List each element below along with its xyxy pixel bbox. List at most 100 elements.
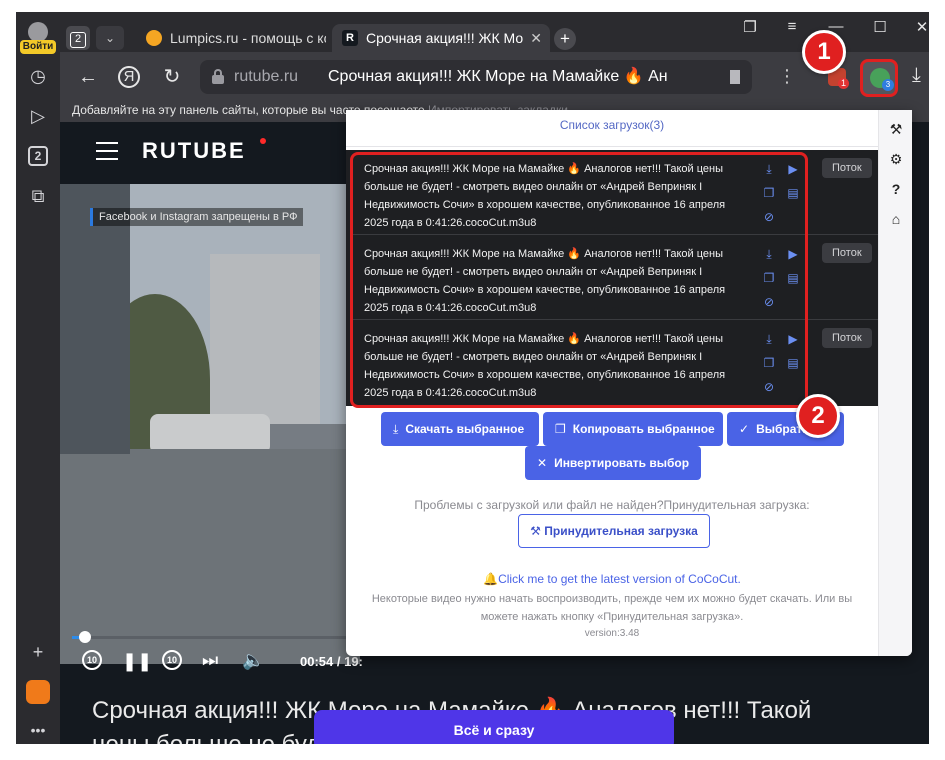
kebab-menu-icon[interactable]: ⋮	[778, 66, 796, 87]
force-download-label: Принудительная загрузка	[544, 524, 698, 538]
menu-icon[interactable]: ≡	[782, 18, 802, 35]
help-icon[interactable]: ?	[887, 180, 905, 198]
download-icon[interactable]: ⤓	[762, 332, 776, 346]
list-item[interactable]: Срочная акция!!! ЖК Море на Мамайке 🔥 Ан…	[352, 320, 878, 405]
hammer-icon: ⚒	[530, 524, 545, 538]
rutube-logo[interactable]: RUTUBE	[142, 138, 246, 164]
download-filename: Срочная акция!!! ЖК Море на Мамайке 🔥 Ан…	[364, 333, 726, 399]
mail-icon[interactable]	[26, 680, 50, 704]
tab-label: Срочная акция!!! ЖК Мо	[366, 30, 524, 46]
tab-count-value: 2	[70, 32, 86, 48]
gear-icon[interactable]: ⚙	[887, 150, 905, 168]
yandex-icon[interactable]: Я	[118, 66, 140, 88]
cococut-extension-button[interactable]: 3	[860, 59, 898, 97]
chevron-down-icon[interactable]: ⌄	[96, 26, 124, 50]
step-1-badge: 1	[802, 30, 846, 74]
rutube-favicon-icon: R	[342, 30, 358, 47]
version-text: version:3.48	[584, 628, 640, 639]
download-filename: Срочная акция!!! ЖК Море на Мамайке 🔥 Ан…	[364, 163, 726, 229]
download-selected-label: Скачать выбранное	[405, 422, 525, 436]
check-icon: ✓	[739, 422, 750, 436]
promo-button[interactable]: Всё и сразу	[314, 710, 674, 744]
invert-selection-button[interactable]: ✕ Инвертировать выбор	[525, 446, 701, 480]
url-page-title: Срочная акция!!! ЖК Море на Мамайке 🔥 Ан	[328, 68, 668, 85]
tab-count-button[interactable]: 2	[66, 26, 90, 50]
add-icon[interactable]: +	[26, 640, 50, 664]
home-icon[interactable]: ⌂	[887, 210, 905, 228]
close-window-icon[interactable]: ✕	[912, 18, 929, 36]
block-icon[interactable]: ⊘	[762, 295, 776, 309]
cococut-popup: Список загрузок(3) ⚒ ⚙ ? ⌂ Срочная акция…	[346, 110, 912, 656]
reload-icon[interactable]: ↻	[160, 65, 184, 89]
progress-handle[interactable]	[79, 631, 91, 643]
invert-selection-label: Инвертировать выбор	[554, 456, 690, 470]
forward-10-icon[interactable]: 10	[162, 650, 182, 670]
close-tab-icon[interactable]: ✕	[530, 24, 542, 52]
address-row: ← Я ↻ rutube.ru Срочная акция!!! ЖК Море…	[60, 52, 929, 102]
download-selected-button[interactable]: ⤓ Скачать выбранное	[381, 412, 539, 446]
play-icon[interactable]: ▶	[786, 332, 800, 346]
block-icon[interactable]: ⊘	[762, 380, 776, 394]
list-item[interactable]: Срочная акция!!! ЖК Море на Мамайке 🔥 Ан…	[352, 150, 878, 235]
tabs-count-badge[interactable]: 2	[28, 146, 48, 166]
play-icon[interactable]: ▷	[26, 104, 50, 128]
address-bar[interactable]: rutube.ru Срочная акция!!! ЖК Море на Ма…	[200, 60, 752, 94]
more-icon[interactable]: •••	[26, 718, 50, 742]
downloads-list: Срочная акция!!! ЖК Море на Мамайке 🔥 Ан…	[346, 150, 878, 406]
pause-icon[interactable]: ❚❚	[122, 651, 152, 672]
copy-icon[interactable]: ❐	[762, 356, 776, 370]
copy-icon: ❐	[555, 422, 566, 436]
rewind-10-icon[interactable]: 10	[82, 650, 102, 670]
play-icon[interactable]: ▶	[786, 247, 800, 261]
profile-avatar[interactable]	[28, 22, 48, 42]
latest-version-link[interactable]: 🔔Click me to get the latest version of C…	[346, 572, 878, 586]
stream-label[interactable]: Поток	[822, 328, 872, 348]
downloads-icon[interactable]: ⤓	[912, 64, 921, 87]
copy-icon[interactable]: ❐	[762, 186, 776, 200]
lock-icon[interactable]	[212, 69, 224, 84]
file-download-icon[interactable]: ▤	[786, 271, 800, 285]
left-rail: Войти ◷ ▷ 2 ⧉ + •••	[16, 12, 60, 744]
tab-lumpics[interactable]: Lumpics.ru - помощь с ком	[136, 24, 326, 52]
download-icon[interactable]: ⤓	[762, 247, 776, 261]
logo-dot	[260, 138, 266, 144]
progress-bar[interactable]	[72, 636, 362, 639]
stream-label[interactable]: Поток	[822, 158, 872, 178]
screenshot-icon[interactable]: ⧉	[26, 184, 50, 208]
hammer-icon[interactable]: ⚒	[887, 120, 905, 138]
downloads-list-header[interactable]: Список загрузок(3)	[346, 118, 878, 132]
tab-strip: 2 ⌄ Lumpics.ru - помощь с ком R Срочная а…	[60, 12, 929, 52]
copy-icon[interactable]: ❐	[762, 271, 776, 285]
extension-badge: 1	[838, 78, 850, 89]
force-download-button[interactable]: ⚒ Принудительная загрузка	[518, 514, 710, 548]
new-tab-button[interactable]: +	[554, 28, 576, 50]
hamburger-menu-icon[interactable]	[96, 142, 118, 166]
step-2-badge: 2	[796, 394, 840, 438]
next-icon[interactable]: ⏭	[202, 650, 218, 671]
list-item[interactable]: Срочная акция!!! ЖК Море на Мамайке 🔥 Ан…	[352, 235, 878, 320]
problem-text: Проблемы с загрузкой или файл не найден?…	[414, 498, 810, 512]
file-download-icon[interactable]: ▤	[786, 356, 800, 370]
notice-label: Facebook и Instagram запрещены в РФ	[90, 208, 304, 226]
tab-label: Lumpics.ru - помощь с ком	[170, 30, 326, 46]
collections-icon[interactable]: ❐	[740, 18, 760, 36]
bookmark-icon[interactable]	[730, 70, 740, 84]
back-icon[interactable]: ←	[76, 65, 100, 89]
file-download-icon[interactable]: ▤	[786, 186, 800, 200]
login-button[interactable]: Войти	[20, 40, 56, 54]
block-icon[interactable]: ⊘	[762, 210, 776, 224]
download-icon[interactable]: ⤓	[762, 162, 776, 176]
close-icon: ✕	[537, 456, 548, 470]
play-icon[interactable]: ▶	[786, 162, 800, 176]
cococut-count-badge: 3	[882, 79, 894, 91]
stream-label[interactable]: Поток	[822, 243, 872, 263]
download-icon: ⤓	[393, 422, 399, 436]
hint-text: Некоторые видео нужно начать воспроизвод…	[371, 593, 853, 623]
maximize-icon[interactable]: ☐	[870, 18, 890, 36]
volume-icon[interactable]: 🔈	[242, 650, 264, 671]
video-player[interactable]: Facebook и Instagram запрещены в РФ	[60, 184, 360, 664]
history-icon[interactable]: ◷	[26, 64, 50, 88]
download-filename: Срочная акция!!! ЖК Море на Мамайке 🔥 Ан…	[364, 248, 726, 314]
copy-selected-button[interactable]: ❐ Копировать выбранное	[543, 412, 723, 446]
tab-rutube[interactable]: R Срочная акция!!! ЖК Мо ✕	[332, 24, 550, 52]
